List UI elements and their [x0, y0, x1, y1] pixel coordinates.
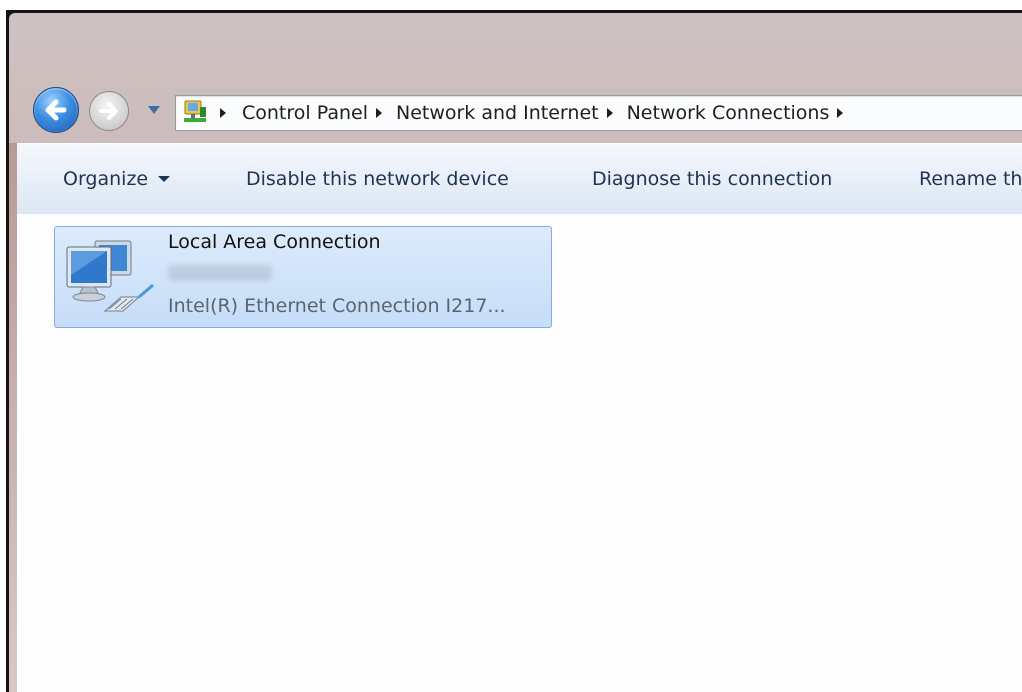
breadcrumb-separator[interactable]	[375, 108, 382, 118]
breadcrumb: Control Panel Network and Internet Netwo…	[214, 96, 857, 130]
back-button[interactable]	[33, 87, 79, 133]
connection-name: Local Area Connection	[168, 231, 381, 253]
window-left-border	[9, 143, 17, 692]
breadcrumb-separator[interactable]	[220, 108, 226, 118]
explorer-window: Control Panel Network and Internet Netwo…	[9, 13, 1022, 692]
network-connections-icon	[184, 100, 206, 122]
chevron-down-icon	[158, 176, 171, 182]
address-bar[interactable]: Control Panel Network and Internet Netwo…	[175, 95, 1022, 131]
forward-arrow-icon	[99, 102, 118, 120]
diagnose-connection-label: Diagnose this connection	[592, 168, 833, 190]
chevron-down-icon[interactable]	[147, 104, 161, 116]
network-adapter-icon	[66, 240, 154, 312]
disable-device-label: Disable this network device	[246, 168, 509, 190]
connection-device: Intel(R) Ethernet Connection I217...	[168, 295, 506, 317]
disable-device-button[interactable]: Disable this network device	[246, 144, 509, 214]
diagnose-connection-button[interactable]: Diagnose this connection	[592, 144, 832, 214]
breadcrumb-control-panel[interactable]: Control Panel	[242, 102, 368, 124]
command-bar: Organize Disable this network device Dia…	[17, 143, 1022, 215]
breadcrumb-separator[interactable]	[837, 108, 844, 118]
organize-button[interactable]: Organize	[63, 144, 171, 214]
navigation-bar: Control Panel Network and Internet Netwo…	[9, 83, 1022, 133]
breadcrumb-separator[interactable]	[606, 108, 613, 118]
breadcrumb-network-connections[interactable]: Network Connections	[627, 102, 830, 124]
back-arrow-icon	[45, 99, 67, 121]
rename-connection-label: Rename th	[919, 168, 1022, 190]
connections-list[interactable]: Local Area Connection Intel(R) Ethernet …	[17, 214, 1022, 692]
organize-label: Organize	[63, 168, 149, 190]
forward-button[interactable]	[89, 91, 129, 131]
local-area-connection-item[interactable]: Local Area Connection Intel(R) Ethernet …	[54, 226, 552, 328]
rename-connection-button[interactable]: Rename th	[919, 144, 1022, 214]
breadcrumb-network-and-internet[interactable]: Network and Internet	[396, 102, 599, 124]
connection-status-redacted	[168, 265, 272, 281]
